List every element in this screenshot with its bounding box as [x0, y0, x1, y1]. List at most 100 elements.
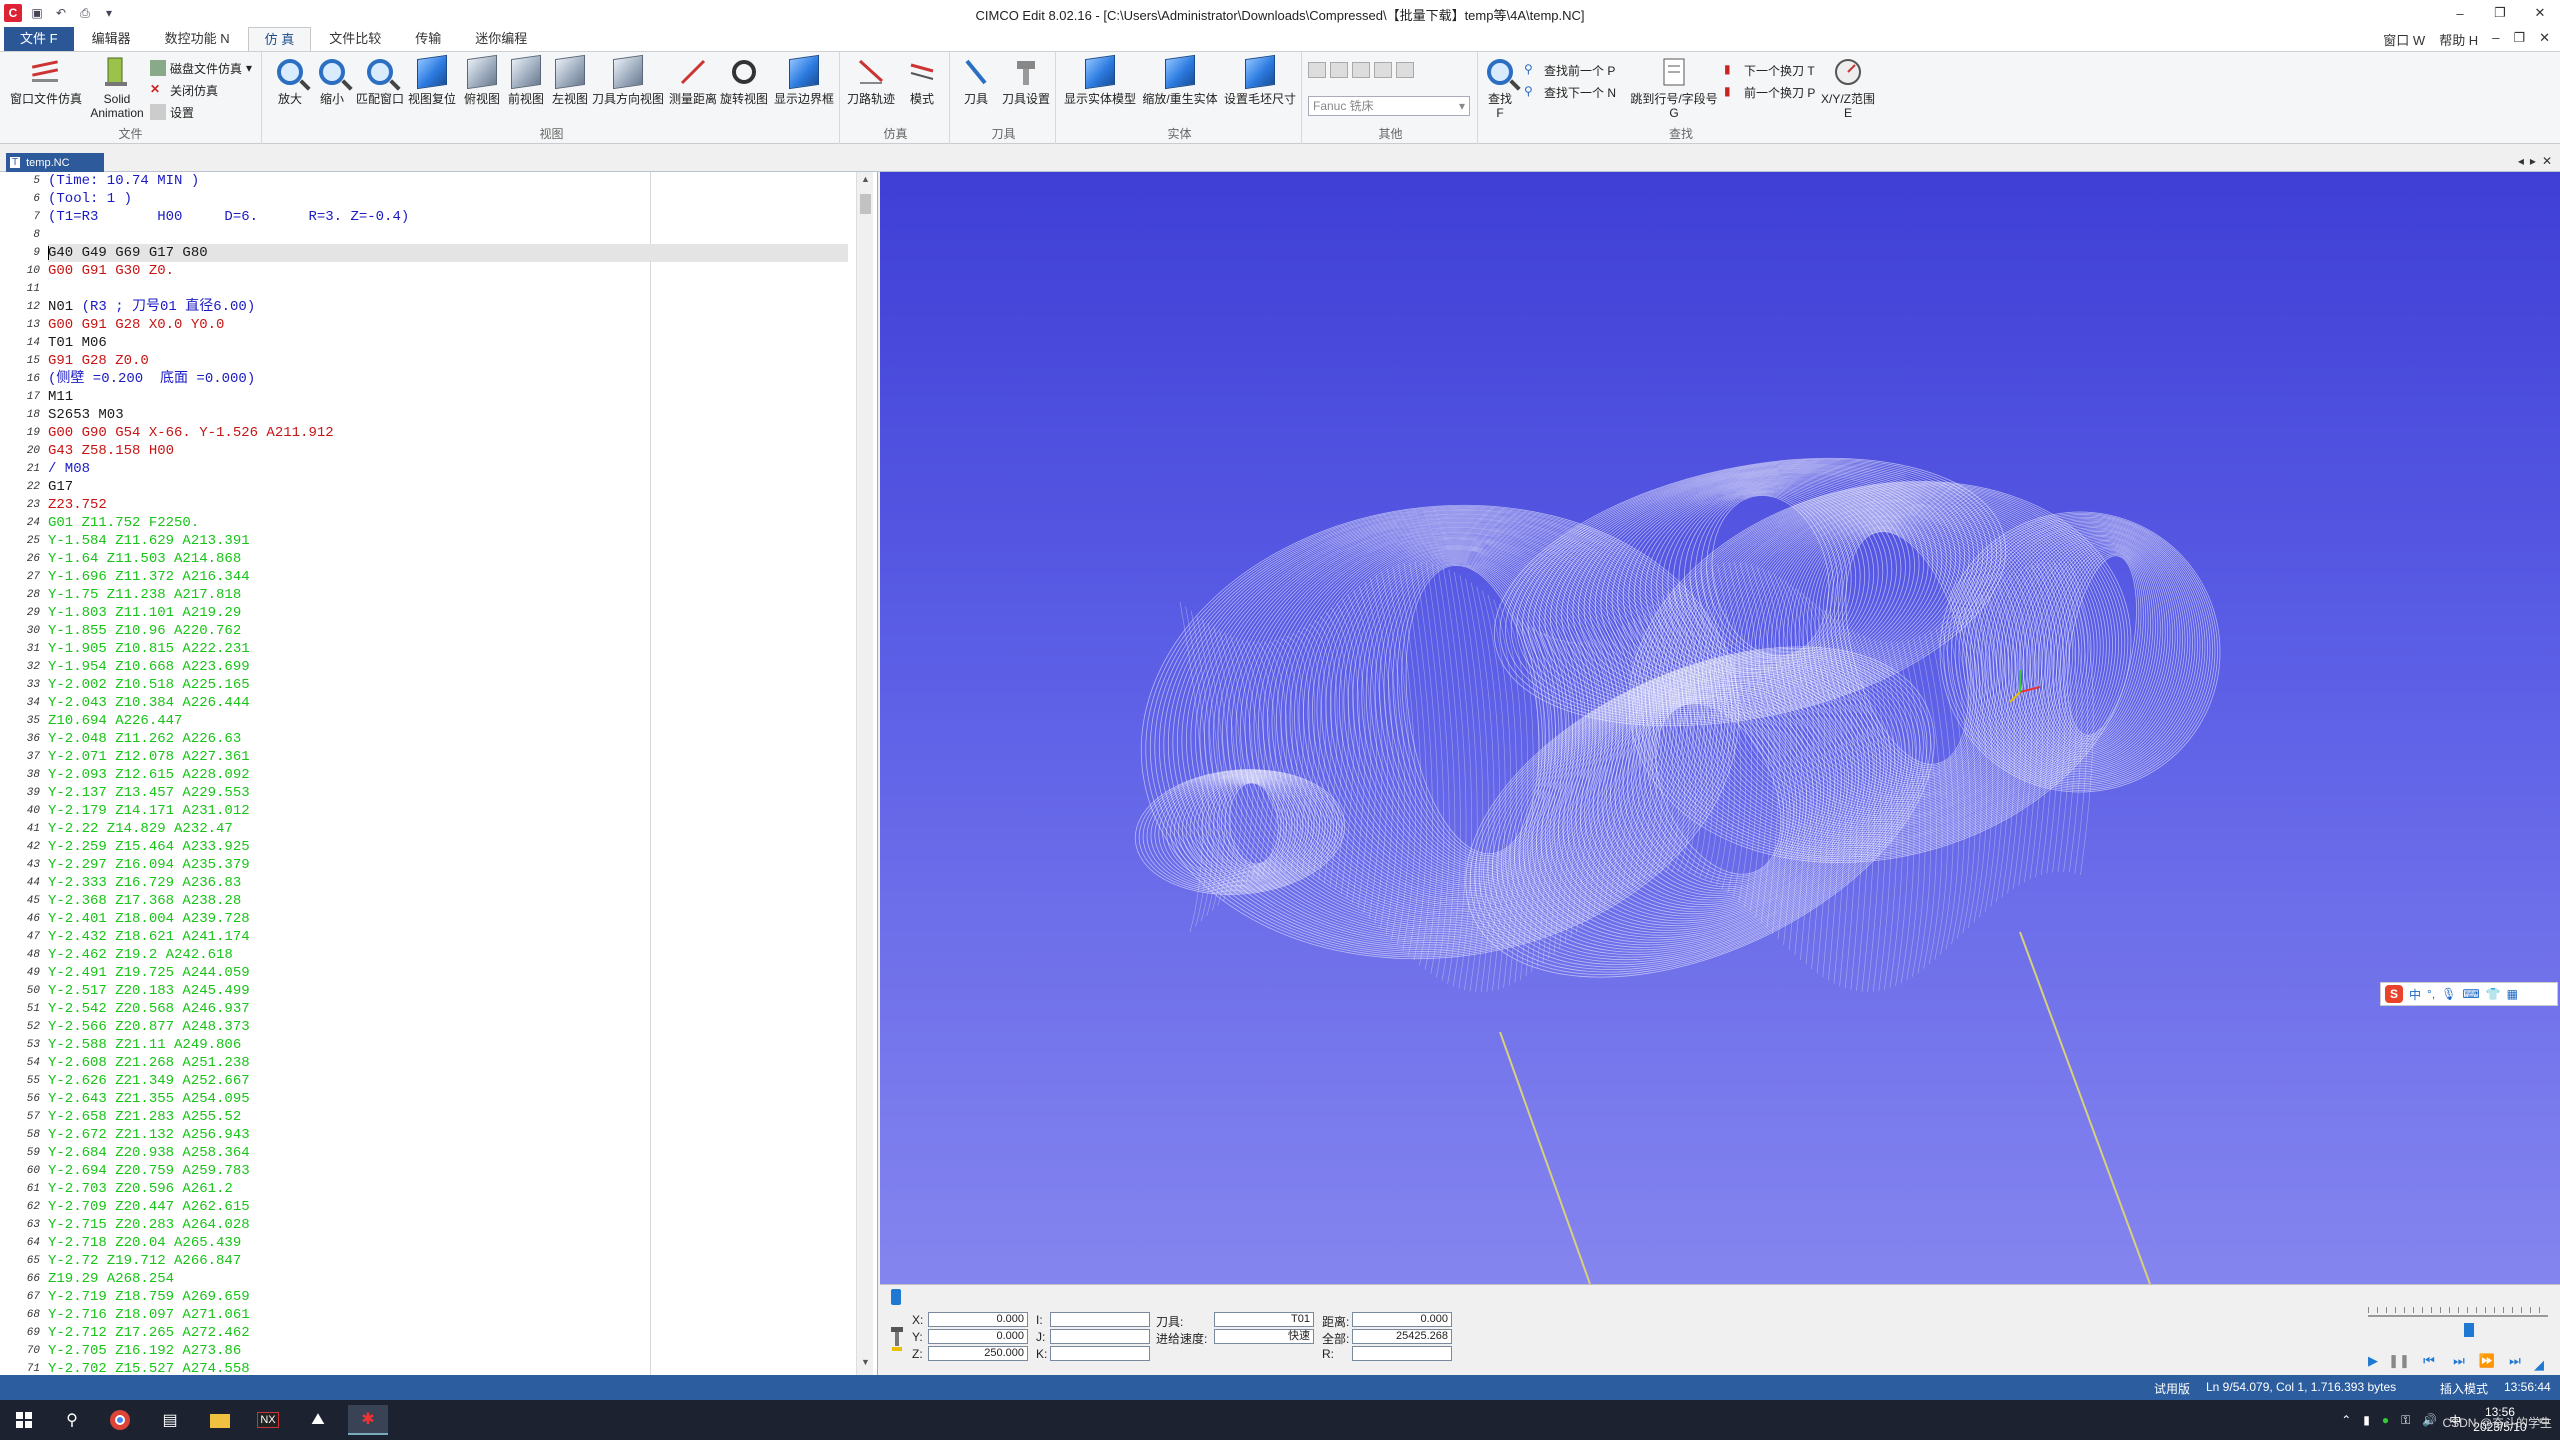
chrome-icon[interactable]	[100, 1405, 140, 1435]
code-line[interactable]: 13 G00 G91 G28 X0.0 Y0.0	[27, 316, 848, 334]
maximize-button[interactable]: ❐	[2480, 0, 2520, 26]
step-back-button[interactable]: ⏮	[2418, 1351, 2440, 1371]
show-solid-model-button[interactable]: 显示实体模型	[1062, 54, 1138, 106]
list-icon[interactable]	[1330, 62, 1348, 78]
step-forward-button[interactable]: ⏭	[2448, 1351, 2470, 1371]
print-icon[interactable]: ⎙	[76, 4, 94, 22]
keyboard-icon[interactable]: ⌨	[2462, 987, 2479, 1001]
sim-progress-track[interactable]	[886, 1289, 2546, 1305]
microphone-icon[interactable]: 🎙	[2441, 987, 2456, 1001]
code-line[interactable]: 64 Y-2.718 Z20.04 A265.439	[27, 1234, 848, 1252]
front-view-button[interactable]: 前视图	[504, 54, 548, 106]
code-line[interactable]: 31 Y-1.905 Z10.815 A222.231	[27, 640, 848, 658]
nx-icon[interactable]: NX	[248, 1405, 288, 1435]
set-stock-size-button[interactable]: 设置毛坯尺寸	[1222, 54, 1298, 106]
code-line[interactable]: 51 Y-2.542 Z20.568 A246.937	[27, 1000, 848, 1018]
tab-simulation[interactable]: 仿 真	[247, 27, 312, 51]
left-view-button[interactable]: 左视图	[548, 54, 592, 106]
code-line[interactable]: 8	[33, 226, 848, 244]
prev-tool-change-button[interactable]: ▮ 前一个换刀 P	[1724, 82, 1815, 102]
code-line[interactable]: 17 M11	[27, 388, 848, 406]
rotate-view-button[interactable]: 旋转视图	[718, 56, 770, 106]
simulation-3d-viewport[interactable]	[880, 172, 2560, 1284]
machine-select[interactable]: Fanuc 铣床 ▾	[1308, 96, 1470, 116]
save-icon[interactable]: ▣	[28, 4, 46, 22]
nc-editor[interactable]: 5 (Time: 10.74 MIN ) 6 (Tool: 1 ) 7 (T1=R3 H0…	[0, 172, 878, 1375]
tray-network-icon[interactable]: ⚿	[2401, 1413, 2410, 1428]
window-file-sim-button[interactable]: 窗口文件仿真	[6, 56, 86, 106]
code-line[interactable]: 23 Z23.752	[27, 496, 848, 514]
code-line[interactable]: 18 S2653 M03	[27, 406, 848, 424]
code-line[interactable]: 58 Y-2.672 Z21.132 A256.943	[27, 1126, 848, 1144]
sim-progress-marker[interactable]	[891, 1289, 901, 1305]
toolpath-button[interactable]: 刀路轨迹	[846, 56, 896, 106]
tool-settings-button[interactable]: 刀具设置	[998, 56, 1054, 106]
pause-button[interactable]: ❚❚	[2388, 1351, 2410, 1371]
code-line[interactable]: 70 Y-2.705 Z16.192 A273.86	[27, 1342, 848, 1360]
sim-settings-button[interactable]: 设置	[150, 102, 194, 122]
tab-file-compare[interactable]: 文件比较	[313, 27, 397, 51]
find-next-button[interactable]: ⚲ 查找下一个 N	[1524, 82, 1616, 102]
code-line[interactable]: 49 Y-2.491 Z19.725 A244.059	[27, 964, 848, 982]
app-logo-icon[interactable]: C	[4, 4, 22, 22]
code-line[interactable]: 60 Y-2.694 Z20.759 A259.783	[27, 1162, 848, 1180]
tray-chevron-icon[interactable]: ⌃	[2341, 1413, 2351, 1427]
code-line[interactable]: 66 Z19.29 A268.254	[27, 1270, 848, 1288]
toolbox-icon[interactable]: ▦	[2507, 987, 2518, 1001]
code-line[interactable]: 10 G00 G91 G30 Z0.	[27, 262, 848, 280]
tab-nc-functions[interactable]: 数控功能 N	[149, 27, 246, 51]
code-line[interactable]: 20 G43 Z58.158 H00	[27, 442, 848, 460]
code-line[interactable]: 21 / M08	[27, 460, 848, 478]
code-line[interactable]: 47 Y-2.432 Z18.621 A241.174	[27, 928, 848, 946]
doc-tab-temp-nc[interactable]: T temp.NC	[6, 153, 104, 172]
code-line[interactable]: 19 G00 G90 G54 X-66. Y-1.526 A211.912	[27, 424, 848, 442]
find-prev-button[interactable]: ⚲ 查找前一个 P	[1524, 60, 1615, 80]
code-line[interactable]: 27 Y-1.696 Z11.372 A216.344	[27, 568, 848, 586]
code-line[interactable]: 11	[27, 280, 848, 298]
close-sim-button[interactable]: ✕ 关闭仿真	[150, 80, 218, 100]
code-line[interactable]: 30 Y-1.855 Z10.96 A220.762	[27, 622, 848, 640]
close-doc-icon[interactable]: ✕	[2542, 154, 2552, 168]
scroll-up-icon[interactable]: ▲	[857, 174, 874, 190]
code-line[interactable]: 12 N01 (R3 ; 刀号01 直径6.00)	[27, 298, 848, 316]
tab-editor[interactable]: 编辑器	[76, 27, 147, 51]
code-line[interactable]: 14 T01 M06	[27, 334, 848, 352]
code-line[interactable]: 62 Y-2.709 Z20.447 A262.615	[27, 1198, 848, 1216]
scroll-thumb[interactable]	[860, 194, 871, 214]
code-line[interactable]: 71 Y-2.702 Z15.527 A274.558	[27, 1360, 848, 1375]
code-line[interactable]: 48 Y-2.462 Z19.2 A242.618	[27, 946, 848, 964]
code-line[interactable]: 6 (Tool: 1 )	[33, 190, 848, 208]
measure-distance-button[interactable]: 测量距离	[668, 56, 718, 106]
editor-vertical-scrollbar[interactable]: ▲ ▼	[856, 172, 873, 1375]
code-line[interactable]: 29 Y-1.803 Z11.101 A219.29	[27, 604, 848, 622]
code-line[interactable]: 57 Y-2.658 Z21.283 A255.52	[27, 1108, 848, 1126]
code-line[interactable]: 34 Y-2.043 Z10.384 A226.444	[27, 694, 848, 712]
help-menu[interactable]: 帮助 H	[2439, 30, 2478, 49]
fit-window-button[interactable]: 匹配窗口	[354, 56, 406, 106]
close-button[interactable]: ✕	[2520, 0, 2560, 26]
code-line[interactable]: 22 G17	[27, 478, 848, 496]
reset-view-button[interactable]: 视图复位	[406, 54, 458, 106]
code-line[interactable]: 63 Y-2.715 Z20.283 A264.028	[27, 1216, 848, 1234]
code-line[interactable]: 44 Y-2.333 Z16.729 A236.83	[27, 874, 848, 892]
zoom-out-button[interactable]: 缩小	[312, 56, 352, 106]
slider-knob[interactable]	[2464, 1323, 2474, 1337]
code-line[interactable]: 39 Y-2.137 Z13.457 A229.553	[27, 784, 848, 802]
ime-language[interactable]: 中	[2409, 986, 2421, 1003]
zoom-in-button[interactable]: 放大	[270, 56, 310, 106]
code-line[interactable]: 24 G01 Z11.752 F2250.	[27, 514, 848, 532]
photos-icon[interactable]: ⛰	[298, 1405, 338, 1435]
disk-file-sim-button[interactable]: 磁盘文件仿真 ▾	[150, 58, 252, 78]
next-tool-change-button[interactable]: ▮ 下一个换刀 T	[1724, 60, 1815, 80]
code-line[interactable]: 55 Y-2.626 Z21.349 A252.667	[27, 1072, 848, 1090]
goto-line-button[interactable]: 跳到行号/字段号 G	[1626, 56, 1722, 120]
code-line[interactable]: 9 G40 G49 G69 G17 G80	[33, 244, 848, 262]
code-line[interactable]: 7 (T1=R3 H00 D=6. R=3. Z=-0.4)	[33, 208, 848, 226]
solid-animation-button[interactable]: Solid Animation	[84, 56, 150, 120]
customize-dropdown-icon[interactable]: ▾	[100, 4, 118, 22]
code-line[interactable]: 26 Y-1.64 Z11.503 A214.868	[27, 550, 848, 568]
code-line[interactable]: 67 Y-2.719 Z18.759 A269.659	[27, 1288, 848, 1306]
grid-icon[interactable]	[1352, 62, 1370, 78]
xyz-range-button[interactable]: X/Y/Z范围 E	[1816, 56, 1880, 120]
file-explorer-icon[interactable]	[200, 1405, 240, 1435]
